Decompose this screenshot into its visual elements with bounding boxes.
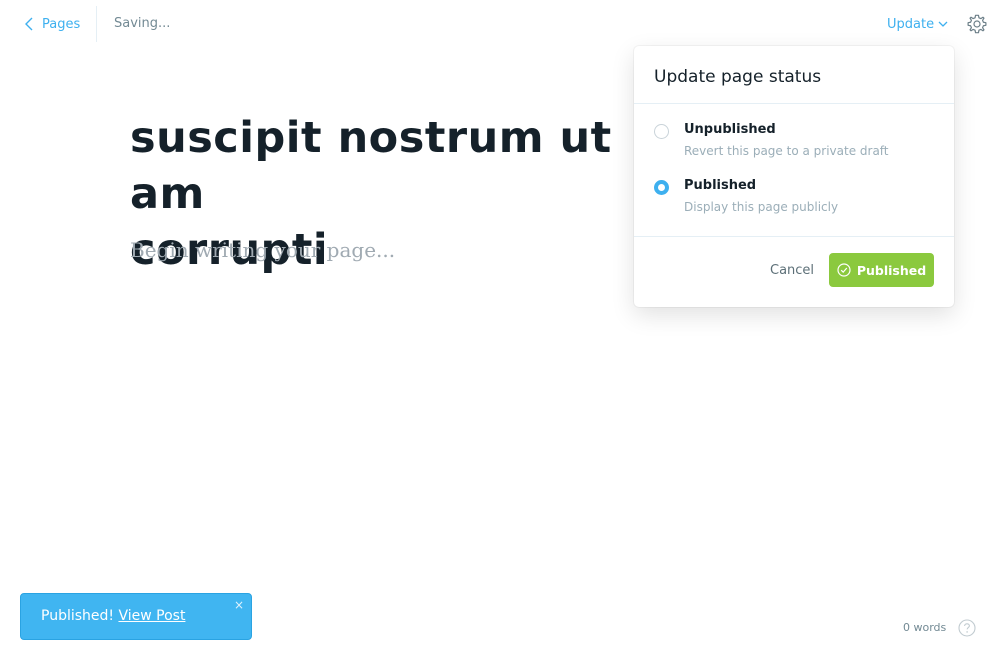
- popover-footer: Cancel Published: [634, 237, 954, 307]
- status-options: Unpublished Revert this page to a privat…: [634, 104, 954, 237]
- update-label: Update: [887, 16, 935, 32]
- view-post-link[interactable]: View Post: [118, 608, 185, 624]
- popover-title: Update page status: [654, 67, 822, 87]
- page-body-editor[interactable]: Begin writing your page...: [130, 238, 395, 262]
- close-icon[interactable]: ×: [234, 598, 244, 612]
- word-count: 0 words: [903, 621, 947, 634]
- status-option-published[interactable]: Published Display this page publicly: [654, 178, 934, 218]
- status-option-unpublished[interactable]: Unpublished Revert this page to a privat…: [654, 122, 934, 162]
- cancel-button[interactable]: Cancel: [770, 263, 814, 278]
- update-status-popover: Update page status Unpublished Revert th…: [634, 46, 954, 307]
- unpublished-radio[interactable]: [654, 124, 669, 139]
- published-radio[interactable]: [654, 180, 669, 195]
- save-status: Saving...: [114, 16, 171, 31]
- editor-top-bar: Pages Saving... Update: [0, 0, 1000, 48]
- back-link-label: Pages: [42, 16, 81, 32]
- publish-button-label: Published: [856, 262, 927, 278]
- back-to-pages-link[interactable]: Pages: [24, 14, 80, 34]
- publish-confirm-button[interactable]: Published: [829, 253, 934, 287]
- help-icon[interactable]: [958, 619, 976, 637]
- top-bar-divider: [96, 6, 97, 42]
- chevron-left-icon: [25, 17, 33, 31]
- popover-header: Update page status: [634, 46, 954, 104]
- update-menu-toggle[interactable]: Update: [887, 15, 948, 33]
- notification-message: Published!: [41, 608, 115, 624]
- published-notification: Published! View Post ×: [20, 593, 252, 640]
- check-circle-icon: [837, 263, 851, 277]
- chevron-down-icon: [938, 21, 948, 27]
- gear-icon[interactable]: [966, 13, 988, 35]
- option-description: Revert this page to a private draft: [684, 144, 889, 158]
- option-description: Display this page publicly: [684, 200, 839, 214]
- option-label: Published: [684, 178, 757, 193]
- notification-text: Published! View Post: [41, 608, 185, 624]
- option-label: Unpublished: [684, 122, 776, 137]
